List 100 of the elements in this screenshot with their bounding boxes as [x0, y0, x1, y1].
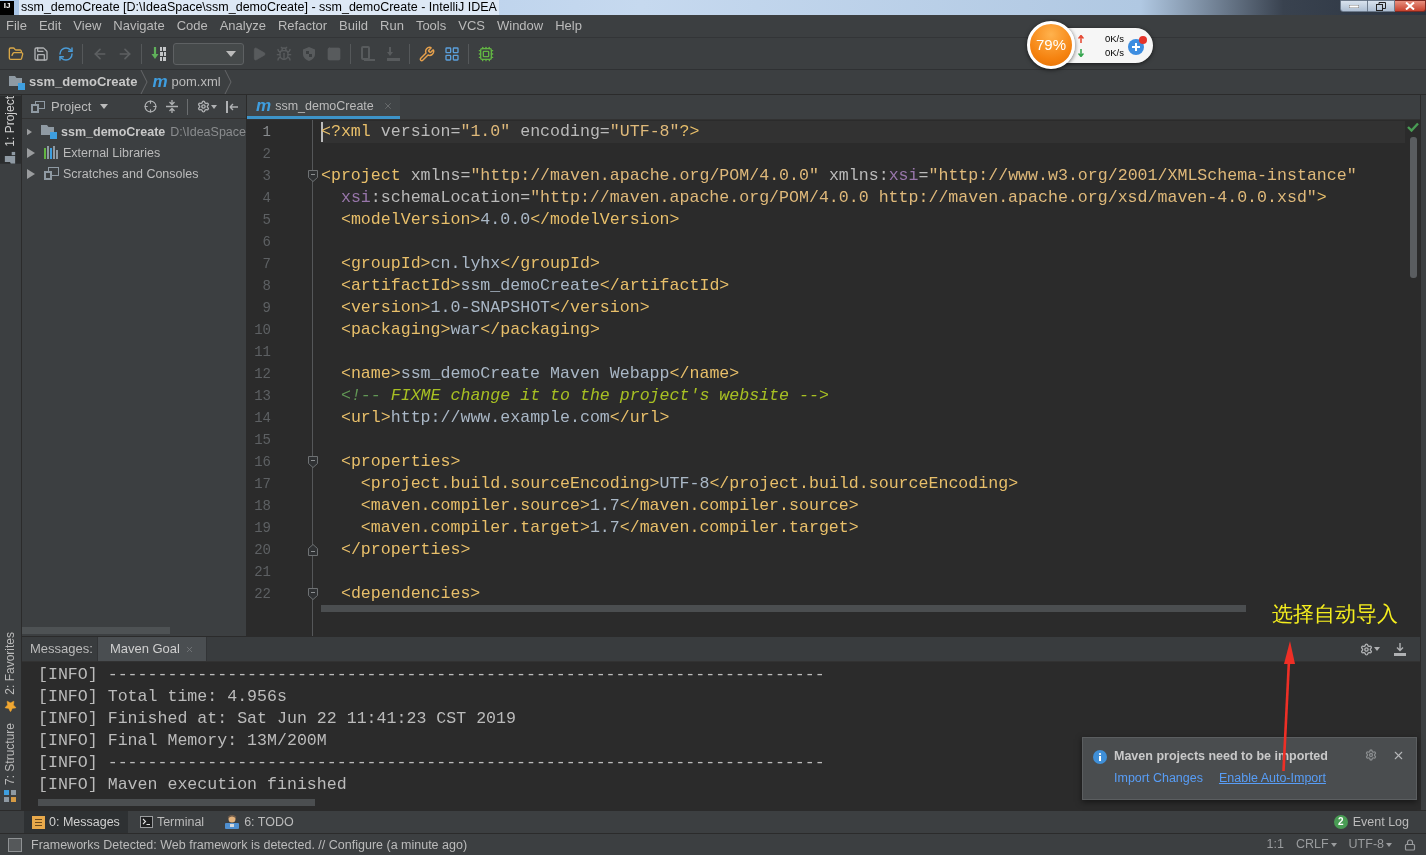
collapsed-arrow-icon[interactable] [27, 147, 35, 158]
upload-speed: 0K/s [1105, 31, 1124, 46]
horizontal-scrollbar[interactable] [38, 799, 315, 806]
pin-to-bottom-icon[interactable] [1394, 642, 1406, 656]
collapsed-arrow-icon[interactable] [27, 126, 33, 137]
line-number: 21 [253, 563, 271, 582]
line-number: 7 [261, 255, 271, 274]
line-number: 19 [253, 519, 271, 538]
horizontal-scrollbar[interactable] [22, 627, 170, 634]
line-separator-selector[interactable]: CRLF [1295, 835, 1337, 854]
folder-icon [41, 124, 58, 139]
code-line: <modelVersion>4.0.0</modelVersion> [340, 209, 680, 231]
encoding-selector[interactable]: UTF-8 [1348, 835, 1392, 854]
code-line: <maven.compiler.source>1.7</maven.compiler.source> [360, 495, 859, 517]
menu-item[interactable]: File [0, 16, 33, 36]
wrench-icon[interactable] [418, 45, 435, 62]
annotation-text: 选择自动导入 [1272, 601, 1398, 627]
code-line: <url>http://www.example.com</url> [340, 407, 670, 429]
collapse-all-icon[interactable] [166, 100, 178, 113]
tree-item[interactable]: ssm_demoCreate [61, 122, 166, 141]
minimize-button[interactable] [1340, 0, 1368, 12]
tool-window-tab[interactable]: 2: Favorites [0, 632, 21, 713]
menu-item[interactable]: Help [549, 16, 588, 36]
menu-item[interactable]: VCS [452, 16, 491, 36]
line-number: 8 [261, 277, 271, 296]
console-line: [INFO] Maven execution finished [38, 774, 347, 796]
down-arrow-icon [1078, 48, 1084, 57]
close-icon[interactable] [1392, 749, 1405, 762]
fold-marker-icon[interactable] [307, 588, 318, 600]
tree-item-path: D:\IdeaSpace [170, 123, 246, 141]
settings-icon[interactable] [1360, 642, 1373, 656]
code-line: </properties> [340, 539, 471, 561]
console-line: [INFO] ------------------------------------------------------------------------ [38, 664, 825, 686]
line-number: 14 [253, 409, 271, 428]
caret-down-icon [100, 104, 109, 109]
folder-icon[interactable] [7, 45, 24, 62]
fold-marker-icon[interactable] [307, 456, 318, 468]
save-icon[interactable] [32, 45, 49, 62]
menu-item[interactable]: Tools [409, 16, 453, 36]
hide-panel-icon[interactable] [226, 100, 238, 113]
tool-windows-toggle-icon[interactable] [8, 837, 22, 852]
menu-item[interactable]: Build [333, 16, 374, 36]
tool-window-tab[interactable]: 1: Project [0, 96, 21, 164]
plus-icon[interactable] [1127, 35, 1147, 56]
line-number: 20 [253, 541, 271, 560]
caret-down-icon [1374, 647, 1380, 651]
console-line: [INFO] Finished at: Sat Jun 22 11:41:23 CST 2019 [38, 708, 516, 730]
close-button[interactable] [1395, 0, 1426, 12]
tool-window-tab[interactable]: 0: Messages [24, 811, 128, 833]
menu-item[interactable]: Code [170, 16, 214, 36]
build-icon[interactable] [150, 45, 167, 62]
breadcrumb[interactable]: pom.xml [171, 73, 221, 91]
project-view-dropdown[interactable]: Project [31, 97, 109, 116]
menu-item[interactable]: Navigate [107, 16, 171, 36]
file-type-glyph: m [256, 97, 272, 114]
notification-link[interactable]: Import Changes [1114, 770, 1203, 786]
code-line: <packaging>war</packaging> [340, 319, 600, 341]
line-number: 16 [253, 453, 271, 472]
tree-item[interactable]: Scratches and Consoles [63, 164, 199, 183]
line-number: 12 [253, 365, 271, 384]
horizontal-scrollbar[interactable] [321, 605, 1246, 612]
restore-button[interactable] [1368, 0, 1395, 12]
tree-item[interactable]: External Libraries [63, 143, 161, 162]
menu-item[interactable]: Analyze [213, 16, 272, 36]
locate-crosshair-icon[interactable] [144, 100, 157, 113]
event-log-tab[interactable]: 2 Event Log [1333, 811, 1409, 833]
editor-tab[interactable]: m ssm_demoCreate [247, 95, 400, 119]
fold-marker-icon[interactable] [307, 170, 318, 182]
collapsed-arrow-icon[interactable] [27, 168, 35, 179]
info-icon [1093, 750, 1107, 764]
breadcrumb[interactable]: ssm_demoCreate [29, 73, 138, 91]
structure-icon [4, 790, 17, 802]
tool-window-tab[interactable]: Terminal [131, 811, 213, 833]
menu-item[interactable]: Window [490, 16, 550, 36]
chip-icon[interactable] [477, 45, 494, 62]
sync-icon[interactable] [57, 45, 74, 62]
tool-window-tab[interactable]: 7: Structure [0, 722, 21, 802]
grid-icon[interactable] [443, 45, 460, 62]
code-line: <dependencies> [340, 583, 481, 605]
lock-icon[interactable] [1404, 838, 1416, 851]
code-line: xsi:schemaLocation="http://maven.apache.org/POM/4.0.0 http://maven.apache.org/xsd/maven-4.0.0.xsd"> [340, 187, 1327, 209]
line-number: 1 [261, 123, 271, 142]
line-number: 2 [261, 145, 271, 164]
settings-icon[interactable] [1365, 749, 1377, 761]
menu-item[interactable]: Run [374, 16, 410, 36]
menu-item[interactable]: Edit [32, 16, 68, 36]
code-line: <maven.compiler.target>1.7</maven.compiler.target> [360, 517, 859, 539]
cursor-position[interactable]: 1:1 [1266, 835, 1284, 854]
folder-icon [9, 74, 25, 90]
code-line: <name>ssm_demoCreate Maven Webapp</name> [340, 363, 740, 385]
code-line: <project.build.sourceEncoding>UTF-8</project.build.sourceEncoding> [360, 473, 1019, 495]
vertical-scrollbar[interactable] [1409, 137, 1417, 278]
fold-marker-icon[interactable] [307, 544, 318, 556]
person-at-desk-icon [224, 815, 241, 829]
tool-window-tab[interactable]: 6: TODO [216, 811, 302, 833]
notification-link[interactable]: Enable Auto-Import [1218, 770, 1326, 786]
console-tab[interactable]: Maven Goal [96, 637, 207, 661]
menu-item[interactable]: Refactor [271, 16, 334, 36]
menu-item[interactable]: View [67, 16, 108, 36]
settings-icon[interactable] [197, 100, 210, 113]
